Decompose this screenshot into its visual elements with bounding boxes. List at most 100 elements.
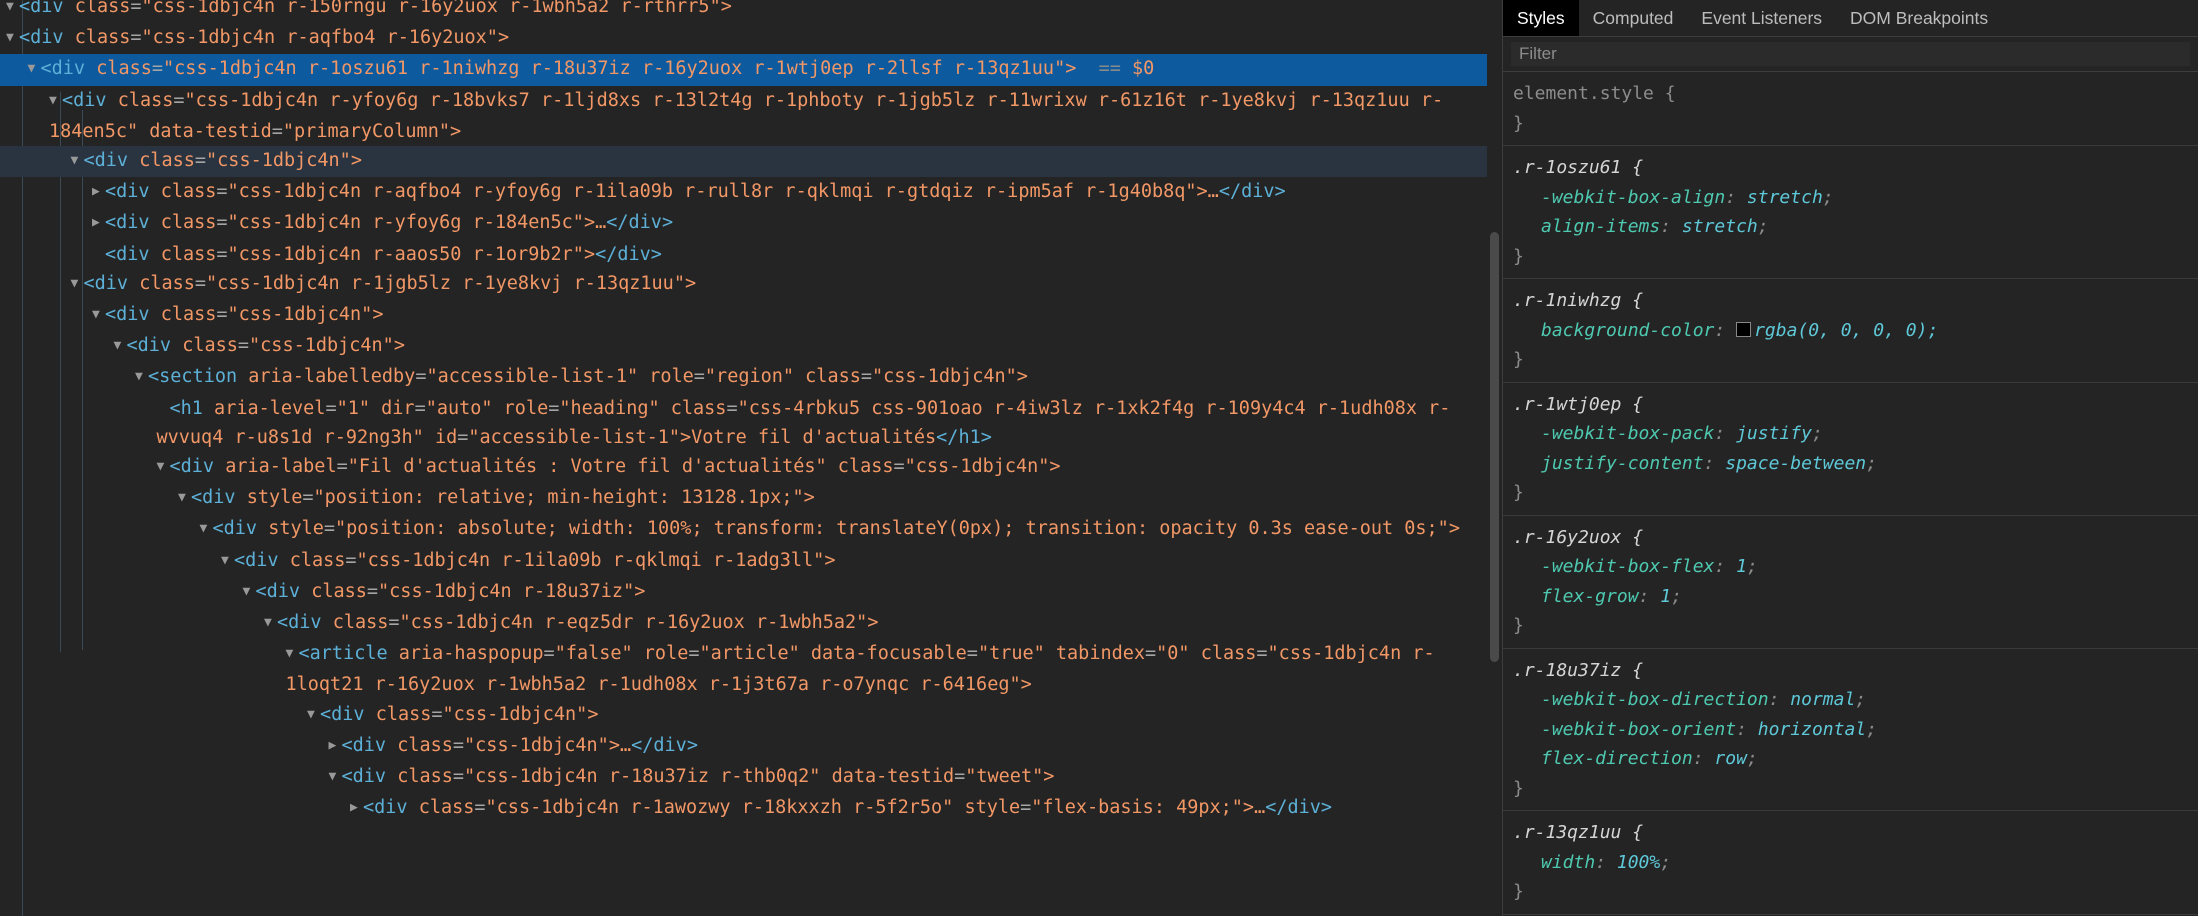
css-rule[interactable]: .r-13qz1uu {width: 100%;} [1503, 811, 2198, 915]
css-property-name[interactable]: flex-grow [1541, 586, 1639, 607]
twisty-open-icon[interactable]: ▼ [200, 514, 213, 543]
css-declaration[interactable]: -webkit-box-direction: normal; [1503, 685, 2198, 715]
dom-node-row[interactable]: ▼<div class="css-1dbjc4n"> [0, 700, 1502, 731]
css-rule[interactable]: .r-18u37iz {-webkit-box-direction: norma… [1503, 649, 2198, 812]
dom-node-markup[interactable]: <div class="css-1dbjc4n r-yfoy6g r-184en… [105, 212, 673, 233]
dom-node-markup[interactable]: <div class="css-1dbjc4n"> [127, 335, 405, 356]
dom-node-markup[interactable]: <div class="css-1dbjc4n">…</div> [342, 735, 698, 756]
dom-node-row[interactable]: ▼<div class="css-1dbjc4n r-1oszu61 r-1ni… [0, 54, 1502, 85]
css-property-name[interactable]: -webkit-box-align [1541, 187, 1725, 208]
css-property-value[interactable]: 1 [1736, 556, 1747, 577]
dom-node-row[interactable]: ▼<div class="css-1dbjc4n"> [0, 300, 1502, 331]
dom-node-row[interactable]: ▼<div class="css-1dbjc4n r-18u37iz r-thb… [0, 762, 1502, 793]
dom-tree-scrollbar[interactable] [1487, 0, 1502, 916]
dom-node-row[interactable]: ▼<div class="css-1dbjc4n"> [0, 146, 1502, 177]
styles-tabbar[interactable]: StylesComputedEvent ListenersDOM Breakpo… [1503, 0, 2198, 37]
css-rule[interactable]: .r-16y2uox {-webkit-box-flex: 1;flex-gro… [1503, 516, 2198, 649]
dom-node-row[interactable]: <h1 aria-level="1" dir="auto" role="head… [0, 394, 1502, 452]
dom-node-row[interactable]: ▼<div class="css-1dbjc4n r-yfoy6g r-18bv… [0, 86, 1502, 146]
css-declaration[interactable]: align-items: stretch; [1503, 212, 2198, 242]
css-declaration[interactable]: -webkit-box-orient: horizontal; [1503, 715, 2198, 745]
dom-node-markup[interactable]: <div class="css-1dbjc4n r-eqz5dr r-16y2u… [277, 612, 878, 633]
dom-node-row[interactable]: ▼<div class="css-1dbjc4n r-eqz5dr r-16y2… [0, 608, 1502, 639]
dom-node-row[interactable]: <div class="css-1dbjc4n r-aaos50 r-1or9b… [0, 240, 1502, 269]
twisty-open-icon[interactable]: ▼ [6, 23, 19, 52]
css-property-value[interactable]: 100% [1617, 852, 1660, 873]
css-property-value[interactable]: stretch [1747, 187, 1823, 208]
styles-tab-dom-breakpoints[interactable]: DOM Breakpoints [1836, 0, 2002, 36]
dom-node-row[interactable]: ▼<div class="css-1dbjc4n r-18u37iz"> [0, 577, 1502, 608]
styles-scrollbar[interactable] [2184, 36, 2198, 916]
dom-node-row[interactable]: ▼<div aria-label="Fil d'actualités : Vot… [0, 452, 1502, 483]
twisty-open-icon[interactable]: ▼ [243, 577, 256, 606]
twisty-open-icon[interactable]: ▼ [49, 86, 62, 115]
twisty-open-icon[interactable]: ▼ [329, 762, 342, 791]
dom-node-row[interactable]: ▶<div class="css-1dbjc4n r-aqfbo4 r-yfoy… [0, 177, 1502, 208]
css-property-value[interactable]: rgba(0, 0, 0, 0); [1754, 320, 1938, 341]
twisty-open-icon[interactable]: ▼ [178, 483, 191, 512]
twisty-open-icon[interactable]: ▼ [92, 300, 105, 329]
dom-node-row[interactable]: ▼<div style="position: absolute; width: … [0, 514, 1502, 545]
twisty-closed-icon[interactable]: ▶ [92, 208, 105, 237]
dom-node-markup[interactable]: <div class="css-1dbjc4n r-1oszu61 r-1niw… [41, 58, 1155, 79]
css-rule-selector[interactable]: element.style { [1503, 79, 2198, 109]
css-rule-selector[interactable]: .r-1wtj0ep { [1503, 390, 2198, 420]
elements-dom-tree-pane[interactable]: ▼<div class="css-1dbjc4n r-150rngu r-16y… [0, 0, 1502, 916]
css-property-name[interactable]: justify-content [1541, 453, 1704, 474]
dom-node-markup[interactable]: <div class="css-1dbjc4n r-aqfbo4 r-yfoy6… [105, 181, 1286, 202]
css-declaration[interactable]: -webkit-box-align: stretch; [1503, 183, 2198, 213]
twisty-open-icon[interactable]: ▼ [28, 54, 41, 83]
css-property-value[interactable]: normal [1790, 689, 1855, 710]
dom-node-row[interactable]: ▶<div class="css-1dbjc4n">…</div> [0, 731, 1502, 762]
dom-node-markup[interactable]: <section aria-labelledby="accessible-lis… [148, 366, 1028, 387]
css-property-name[interactable]: -webkit-box-orient [1541, 719, 1736, 740]
twisty-open-icon[interactable]: ▼ [286, 639, 299, 668]
styles-filter-bar[interactable] [1503, 37, 2198, 72]
css-rule[interactable]: .r-1wtj0ep {-webkit-box-pack: justify;ju… [1503, 383, 2198, 516]
dom-node-markup[interactable]: <div class="css-1dbjc4n r-150rngu r-16y2… [19, 0, 732, 17]
dom-node-row[interactable]: ▼<section aria-labelledby="accessible-li… [0, 362, 1502, 393]
dom-node-markup[interactable]: <div class="css-1dbjc4n r-1awozwy r-18kx… [363, 797, 1332, 818]
css-declaration[interactable]: -webkit-box-flex: 1; [1503, 552, 2198, 582]
dom-node-markup[interactable]: <div class="css-1dbjc4n r-1jgb5lz r-1ye8… [84, 273, 697, 294]
css-property-name[interactable]: width [1541, 852, 1595, 873]
css-rules-list[interactable]: element.style {}.r-1oszu61 {-webkit-box-… [1503, 72, 2198, 915]
css-rule-selector[interactable]: .r-13qz1uu { [1503, 818, 2198, 848]
dom-node-markup[interactable]: <div class="css-1dbjc4n r-18u37iz"> [256, 581, 646, 602]
dom-node-row[interactable]: ▶<div class="css-1dbjc4n r-1awozwy r-18k… [0, 793, 1502, 824]
twisty-open-icon[interactable]: ▼ [135, 362, 148, 391]
css-property-name[interactable]: -webkit-box-pack [1541, 423, 1714, 444]
dom-node-markup[interactable]: <div class="css-1dbjc4n r-1ila09b r-qklm… [234, 550, 835, 571]
dom-node-row[interactable]: ▼<div class="css-1dbjc4n"> [0, 331, 1502, 362]
css-rule[interactable]: .r-1niwhzg {background-color: rgba(0, 0,… [1503, 279, 2198, 383]
dom-node-markup[interactable]: <div class="css-1dbjc4n r-aaos50 r-1or9b… [105, 244, 662, 265]
dom-node-markup[interactable]: <div class="css-1dbjc4n r-yfoy6g r-18bvk… [49, 90, 1443, 142]
dom-node-markup[interactable]: <div class="css-1dbjc4n r-18u37iz r-thb0… [342, 766, 1055, 787]
styles-tab-computed[interactable]: Computed [1579, 0, 1688, 36]
styles-tab-event-listeners[interactable]: Event Listeners [1687, 0, 1836, 36]
dom-node-markup[interactable]: <div class="css-1dbjc4n r-aqfbo4 r-16y2u… [19, 27, 509, 48]
css-property-name[interactable]: -webkit-box-direction [1541, 689, 1769, 710]
css-property-name[interactable]: align-items [1541, 216, 1660, 237]
dom-tree-scrollbar-thumb[interactable] [1490, 232, 1499, 662]
dom-node-row[interactable]: ▼<div class="css-1dbjc4n r-1ila09b r-qkl… [0, 546, 1502, 577]
dom-node-markup[interactable]: <div aria-label="Fil d'actualités : Votr… [170, 456, 1061, 477]
color-swatch-icon[interactable] [1736, 322, 1751, 337]
css-rule[interactable]: .r-1oszu61 {-webkit-box-align: stretch;a… [1503, 146, 2198, 279]
css-rule-selector[interactable]: .r-1oszu61 { [1503, 153, 2198, 183]
css-declaration[interactable]: flex-grow: 1; [1503, 582, 2198, 612]
css-property-value[interactable]: space-between [1725, 453, 1866, 474]
css-rule[interactable]: element.style {} [1503, 72, 2198, 146]
dom-node-markup[interactable]: <div class="css-1dbjc4n"> [320, 704, 598, 725]
css-rule-selector[interactable]: .r-1niwhzg { [1503, 286, 2198, 316]
dom-node-markup[interactable]: <div style="position: absolute; width: 1… [213, 518, 1460, 539]
twisty-closed-icon[interactable]: ▶ [92, 177, 105, 206]
css-property-value[interactable]: horizontal [1758, 719, 1866, 740]
css-declaration[interactable]: justify-content: space-between; [1503, 449, 2198, 479]
dom-node-row[interactable]: ▶<div class="css-1dbjc4n r-yfoy6g r-184e… [0, 208, 1502, 239]
twisty-open-icon[interactable]: ▼ [157, 452, 170, 481]
twisty-open-icon[interactable]: ▼ [307, 700, 320, 729]
css-rule-selector[interactable]: .r-16y2uox { [1503, 523, 2198, 553]
twisty-open-icon[interactable]: ▼ [114, 331, 127, 360]
dom-tree[interactable]: ▼<div class="css-1dbjc4n r-150rngu r-16y… [0, 0, 1502, 824]
